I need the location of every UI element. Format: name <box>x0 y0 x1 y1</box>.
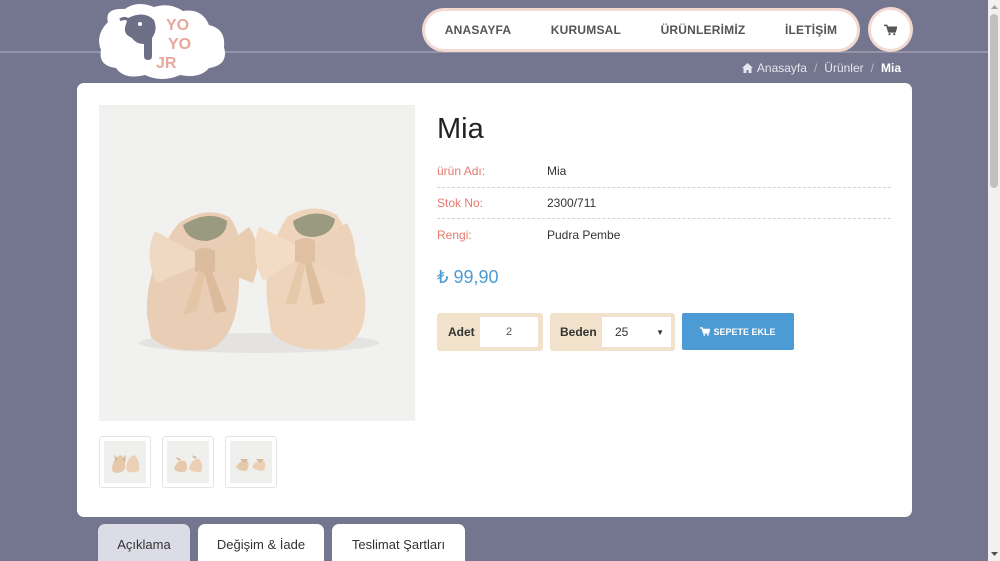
nav-item-urunlerimiz[interactable]: ÜRÜNLERİMİZ <box>661 23 746 37</box>
product-thumbnail-3[interactable] <box>225 436 277 488</box>
spec-value: Mia <box>547 164 567 179</box>
quantity-label: Adet <box>448 325 475 339</box>
tab-aciklama[interactable]: Açıklama <box>98 524 190 561</box>
size-select-value: 25 <box>615 325 629 339</box>
scroll-down-arrow-icon[interactable] <box>988 547 1000 561</box>
shopping-cart-icon <box>700 327 711 336</box>
spec-value: Pudra Pembe <box>547 227 621 242</box>
add-to-cart-label: SEPETE EKLE <box>713 326 776 337</box>
breadcrumb-products[interactable]: Ürünler <box>824 61 863 75</box>
product-thumbnail-1[interactable] <box>99 436 151 488</box>
shopping-cart-icon <box>884 24 897 35</box>
product-specs: ürün Adı: Mia Stok No: 2300/711 Rengi: P… <box>437 156 891 251</box>
product-price: ₺ 99,90 <box>437 267 499 287</box>
scrollbar-thumb[interactable] <box>990 14 998 188</box>
product-thumbnails <box>99 436 277 488</box>
size-box: Beden 25 ▼ <box>550 313 675 351</box>
tab-degisim-iade[interactable]: Değişim & İade <box>198 524 324 561</box>
quantity-box: Adet <box>437 313 543 351</box>
page-scrollbar[interactable] <box>988 0 1000 561</box>
spec-row: Stok No: 2300/711 <box>437 188 891 219</box>
nav-item-kurumsal[interactable]: KURUMSAL <box>551 23 621 37</box>
product-main-image[interactable] <box>99 105 415 421</box>
breadcrumb-home[interactable]: Anasayfa <box>757 61 807 75</box>
logo-letters-3: JR <box>156 55 177 72</box>
product-thumbnail-2[interactable] <box>162 436 214 488</box>
quantity-input[interactable] <box>480 317 538 347</box>
spec-row: Rengi: Pudra Pembe <box>437 219 891 251</box>
add-to-cart-button[interactable]: SEPETE EKLE <box>682 313 794 350</box>
product-tabs: Açıklama Değişim & İade Teslimat Şartlar… <box>98 524 465 561</box>
size-select[interactable]: 25 ▼ <box>602 317 671 347</box>
nav-item-iletisim[interactable]: İLETİŞİM <box>785 23 837 37</box>
spec-label: Stok No: <box>437 195 484 210</box>
tab-teslimat-sartlari[interactable]: Teslimat Şartları <box>332 524 465 561</box>
breadcrumb-separator: / <box>870 61 874 75</box>
product-card: Mia ürün Adı: Mia Stok No: 2300/711 Reng… <box>77 83 912 517</box>
breadcrumb-current: Mia <box>880 61 901 75</box>
spec-row: ürün Adı: Mia <box>437 156 891 188</box>
spec-value: 2300/711 <box>547 195 597 210</box>
logo-letters-2: YO <box>168 36 191 53</box>
yoyojr-logo[interactable]: YO YO JR <box>92 0 234 82</box>
caret-down-icon: ▼ <box>656 327 664 337</box>
spec-label: Rengi: <box>437 227 472 242</box>
size-label: Beden <box>560 325 597 339</box>
scroll-up-arrow-icon[interactable] <box>988 0 1000 14</box>
logo-letters-1: YO <box>166 17 189 34</box>
breadcrumb-separator: / <box>813 61 818 75</box>
product-title: Mia <box>437 113 484 145</box>
breadcrumb: Anasayfa / Ürünler / Mia <box>741 61 901 75</box>
spec-label: ürün Adı: <box>437 164 486 179</box>
nav-item-anasayfa[interactable]: ANASAYFA <box>445 23 512 37</box>
main-navigation: ANASAYFA KURUMSAL ÜRÜNLERİMİZ İLETİŞİM <box>422 8 860 52</box>
home-icon <box>741 63 753 73</box>
cart-button[interactable] <box>868 7 913 52</box>
